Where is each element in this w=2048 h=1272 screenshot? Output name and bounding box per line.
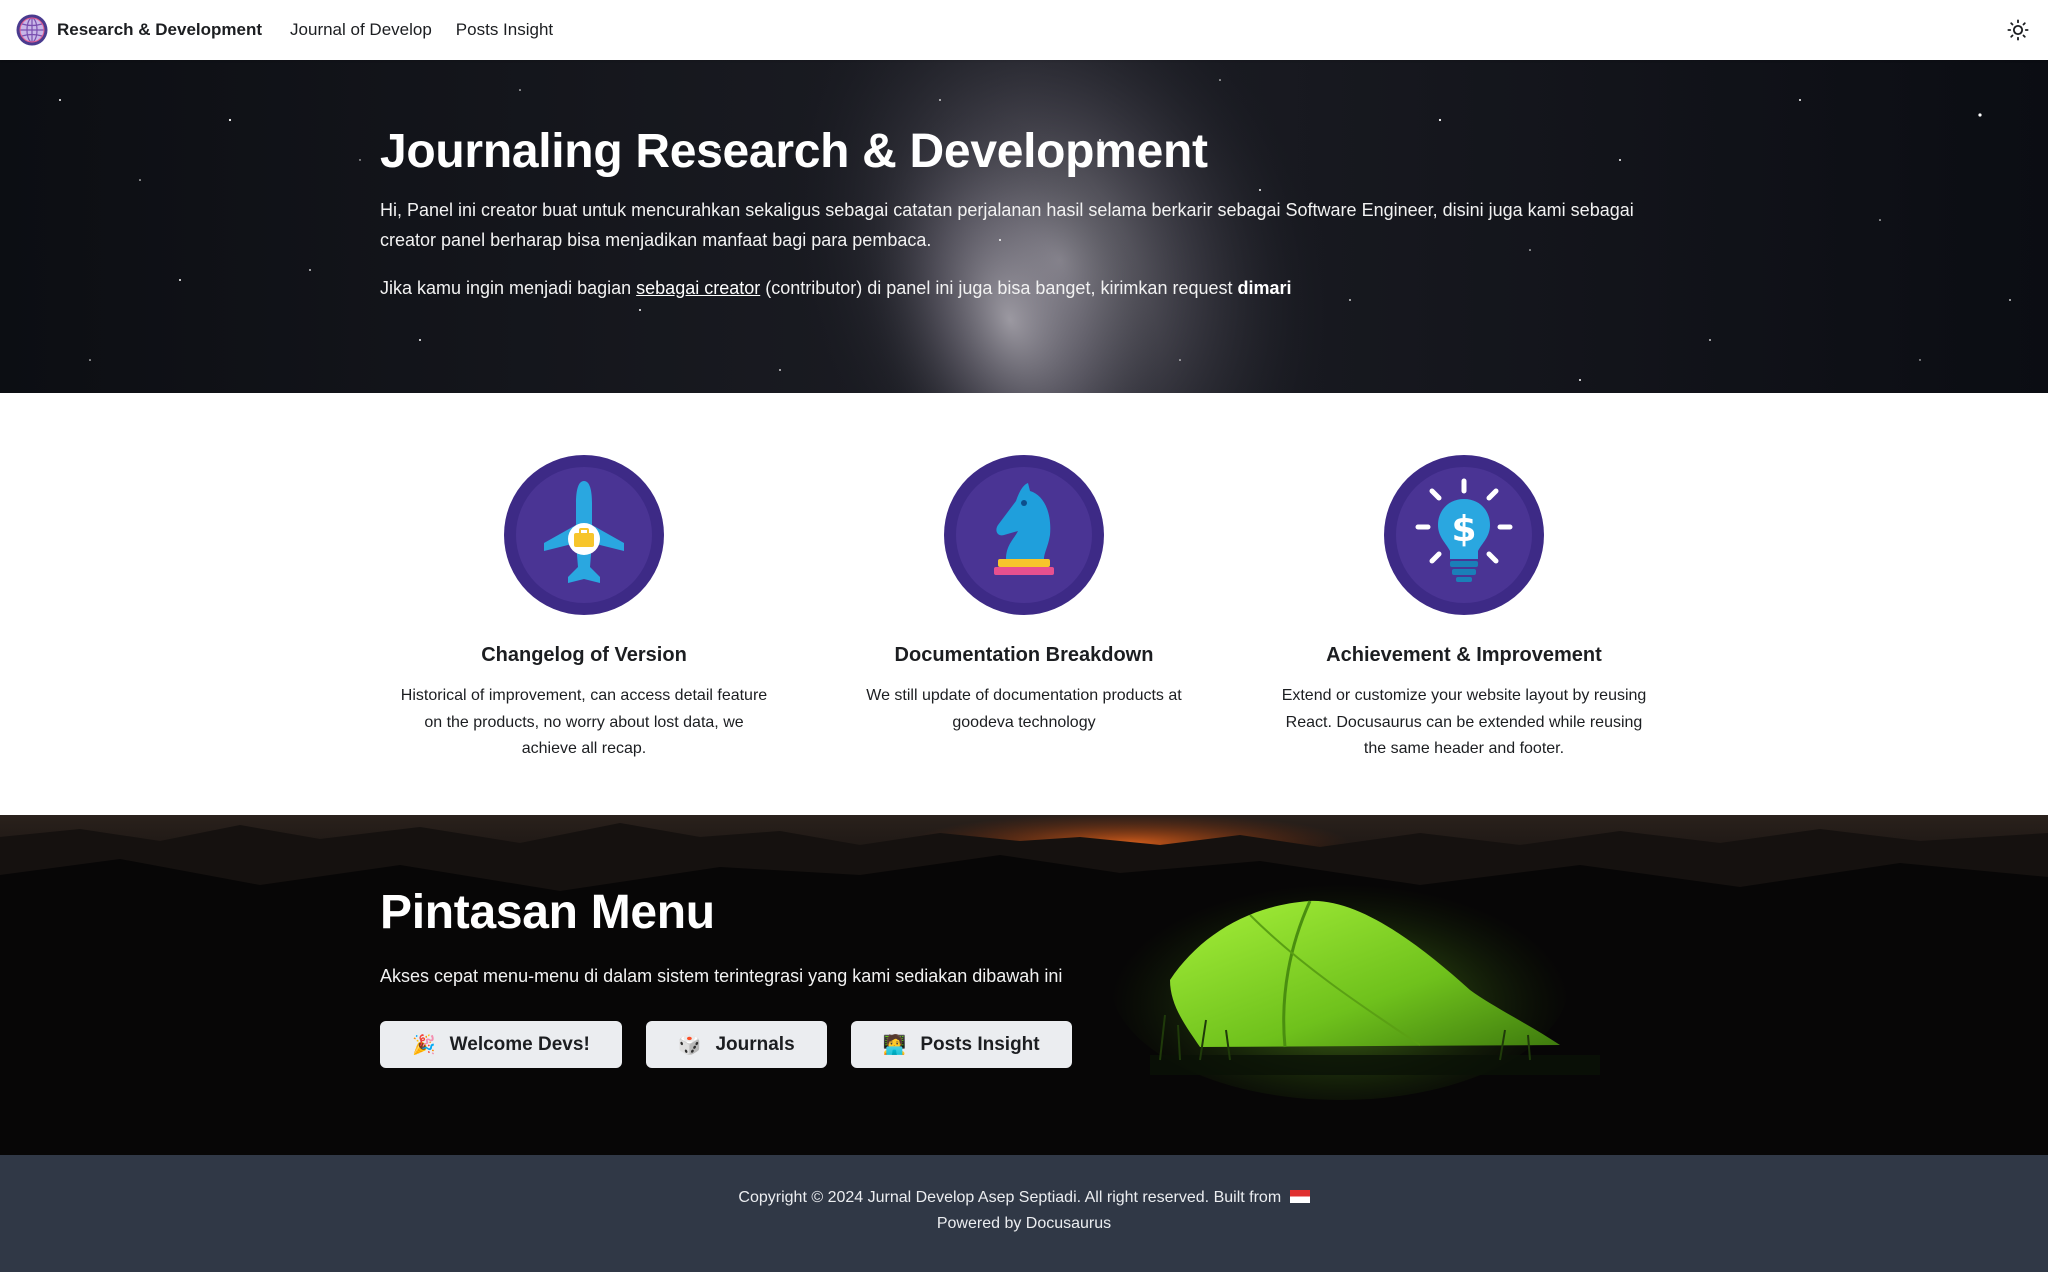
welcome-devs-button[interactable]: 🎉 Welcome Devs!: [380, 1021, 622, 1068]
feature-card-changelog: Changelog of Version Historical of impro…: [384, 455, 784, 763]
lightbulb-dollar-icon: $: [1384, 455, 1544, 615]
shortcut-menu-section: Pintasan Menu Akses cepat menu-menu di d…: [0, 815, 2048, 1155]
feature-card-achievement: $ Achievement & Improvement Extend or cu…: [1264, 455, 1664, 763]
creator-link[interactable]: sebagai creator: [636, 278, 760, 298]
footer: Copyright © 2024 Jurnal Develop Asep Sep…: [0, 1155, 2048, 1272]
hero-banner: Journaling Research & Development Hi, Pa…: [0, 60, 2048, 393]
indonesia-flag-icon: [1289, 1190, 1310, 1203]
technologist-icon: 🧑‍💻: [882, 1034, 907, 1056]
navbar: Research & Development Journal of Develo…: [0, 0, 2048, 60]
party-popper-icon: 🎉: [412, 1034, 436, 1056]
theme-toggle-button[interactable]: [2002, 14, 2034, 46]
dice-icon: 🎲: [677, 1034, 702, 1056]
brand-title: Research & Development: [57, 20, 263, 39]
nav-link-posts-insight[interactable]: Posts Insight: [456, 20, 553, 40]
hero-description: Hi, Panel ini creator buat untuk mencura…: [380, 199, 1634, 250]
features-section: Changelog of Version Historical of impro…: [0, 393, 2048, 815]
feature-title: Documentation Breakdown: [894, 644, 1154, 666]
journals-button[interactable]: 🎲 Journals: [645, 1021, 827, 1068]
feature-description: Extend or customize your website layout …: [1281, 687, 1647, 757]
button-label: Posts Insight: [920, 1033, 1040, 1055]
footer-powered-by: Powered by Docusaurus: [936, 1215, 1112, 1232]
button-label: Journals: [715, 1033, 795, 1055]
feature-description: Historical of improvement, can access de…: [400, 687, 768, 757]
nav-link-journal[interactable]: Journal of Develop: [290, 20, 432, 40]
feature-description: We still update of documentation product…: [866, 687, 1182, 731]
shortcut-title: Pintasan Menu: [380, 886, 715, 939]
hero-content: Journaling Research & Development Hi, Pa…: [380, 125, 1670, 303]
chess-knight-icon: [944, 455, 1104, 615]
svg-text:$: $: [1451, 509, 1476, 550]
feature-title: Changelog of Version: [481, 644, 687, 666]
hero-contributor-text: Jika kamu ingin menjadi bagian sebagai c…: [380, 273, 1670, 303]
feature-title: Achievement & Improvement: [1326, 644, 1602, 666]
hero-title: Journaling Research & Development: [380, 125, 1208, 178]
brand-link[interactable]: Research & Development: [16, 14, 262, 46]
shortcut-content: Pintasan Menu Akses cepat menu-menu di d…: [380, 885, 1096, 1068]
footer-copyright-line: Copyright © 2024 Jurnal Develop Asep Sep…: [0, 1189, 2048, 1207]
brand-logo-icon: [16, 14, 48, 46]
hero-contributor-middle: (contributor) di panel ini juga bisa ban…: [760, 277, 1238, 298]
feature-card-documentation: Documentation Breakdown We still update …: [824, 455, 1224, 736]
airplane-briefcase-icon: [504, 455, 664, 615]
hero-contributor-prefix: Jika kamu ingin menjadi bagian: [380, 277, 637, 298]
shortcut-button-row: 🎉 Welcome Devs! 🎲 Journals 🧑‍💻 Posts Ins…: [380, 1021, 1096, 1068]
request-link[interactable]: dimari: [1238, 278, 1292, 298]
button-label: Welcome Devs!: [449, 1033, 590, 1055]
sun-icon: [2007, 19, 2029, 41]
footer-copyright: Copyright © 2024 Jurnal Develop Asep Sep…: [738, 1189, 1282, 1206]
posts-insight-button[interactable]: 🧑‍💻 Posts Insight: [850, 1021, 1072, 1068]
shortcut-description: Akses cepat menu-menu di dalam sistem te…: [380, 966, 1063, 986]
